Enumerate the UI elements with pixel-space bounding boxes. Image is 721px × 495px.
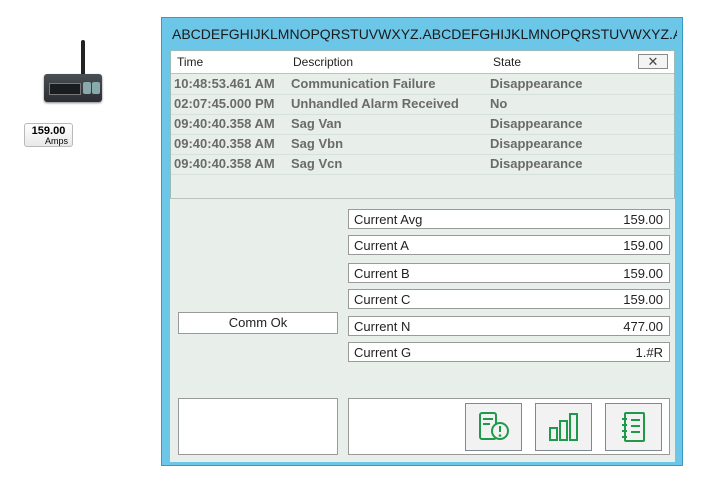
empty-panel	[178, 398, 338, 455]
row-time: 09:40:40.358 AM	[174, 156, 275, 171]
column-header-state[interactable]: State	[493, 55, 521, 69]
reading-label: Current A	[354, 238, 409, 253]
alarm-grid: Time Description State ✕ 10:48:53.461 AM…	[170, 50, 675, 214]
antenna	[81, 40, 85, 76]
action-button-panel	[348, 398, 670, 455]
bar-chart-icon	[548, 413, 578, 441]
reading-label: Current B	[354, 266, 410, 281]
reading-current-g: Current G 1.#R	[348, 342, 670, 362]
table-row[interactable]: 10:48:53.461 AM Communication Failure Di…	[171, 74, 674, 95]
comm-status-field: Comm Ok	[178, 312, 338, 334]
reading-value: 159.00	[623, 238, 663, 253]
reading-current-n: Current N 477.00	[348, 316, 670, 336]
row-time: 10:48:53.461 AM	[174, 76, 275, 91]
notebook-icon	[621, 412, 645, 442]
device-value-tag: 159.00 Amps	[24, 123, 73, 147]
reading-label: Current Avg	[354, 212, 423, 227]
table-row[interactable]: 09:40:40.358 AM Sag Vcn Disappearance	[171, 154, 674, 175]
row-description: Sag Van	[291, 116, 342, 131]
reading-current-c: Current C 159.00	[348, 289, 670, 309]
row-description: Communication Failure	[291, 76, 436, 91]
row-time: 09:40:40.358 AM	[174, 116, 275, 131]
close-button[interactable]: ✕	[638, 54, 668, 69]
device-unit: Amps	[44, 136, 68, 146]
reading-value: 159.00	[623, 266, 663, 281]
meter-screen	[49, 83, 81, 95]
meter-knob	[83, 82, 91, 94]
reading-current-avg: Current Avg 159.00	[348, 209, 670, 229]
column-header-description[interactable]: Description	[293, 55, 353, 69]
popup-title: ABCDEFGHIJKLMNOPQRSTUVWXYZ.ABCDEFGHIJKLM…	[172, 26, 677, 42]
table-row[interactable]: 09:40:40.358 AM Sag Van Disappearance	[171, 114, 674, 135]
reading-value: 159.00	[623, 212, 663, 227]
reading-label: Current C	[354, 292, 411, 307]
reading-value: 1.#R	[635, 345, 663, 360]
row-time: 09:40:40.358 AM	[174, 136, 275, 151]
row-state: Disappearance	[490, 76, 583, 91]
reading-current-a: Current A 159.00	[348, 235, 670, 255]
device-popup: ABCDEFGHIJKLMNOPQRSTUVWXYZ.ABCDEFGHIJKLM…	[161, 17, 683, 466]
reading-label: Current G	[354, 345, 412, 360]
row-state: Disappearance	[490, 156, 583, 171]
row-description: Sag Vcn	[291, 156, 343, 171]
meter-device-icon[interactable]	[44, 40, 102, 102]
row-time: 02:07:45.000 PM	[174, 96, 275, 111]
table-row[interactable]: 09:40:40.358 AM Sag Vbn Disappearance	[171, 134, 674, 155]
row-state: No	[490, 96, 508, 111]
row-description: Unhandled Alarm Received	[291, 96, 459, 111]
reading-value: 477.00	[623, 319, 663, 334]
table-row[interactable]: 02:07:45.000 PM Unhandled Alarm Received…	[171, 94, 674, 115]
reading-label: Current N	[354, 319, 411, 334]
log-book-button[interactable]	[605, 403, 662, 451]
device-alarm-icon	[478, 412, 509, 440]
row-description: Sag Vbn	[291, 136, 344, 151]
row-state: Disappearance	[490, 136, 583, 151]
alarm-details-button[interactable]	[465, 403, 522, 451]
meter-body	[44, 74, 102, 102]
meter-knob	[92, 82, 100, 94]
column-header-time[interactable]: Time	[177, 55, 203, 69]
trend-chart-button[interactable]	[535, 403, 592, 451]
alarm-grid-header: Time Description State ✕	[171, 51, 674, 74]
row-state: Disappearance	[490, 116, 583, 131]
reading-current-b: Current B 159.00	[348, 263, 670, 283]
reading-value: 159.00	[623, 292, 663, 307]
readings-panel: Comm Ok Current Avg 159.00 Current A 159…	[170, 198, 675, 462]
